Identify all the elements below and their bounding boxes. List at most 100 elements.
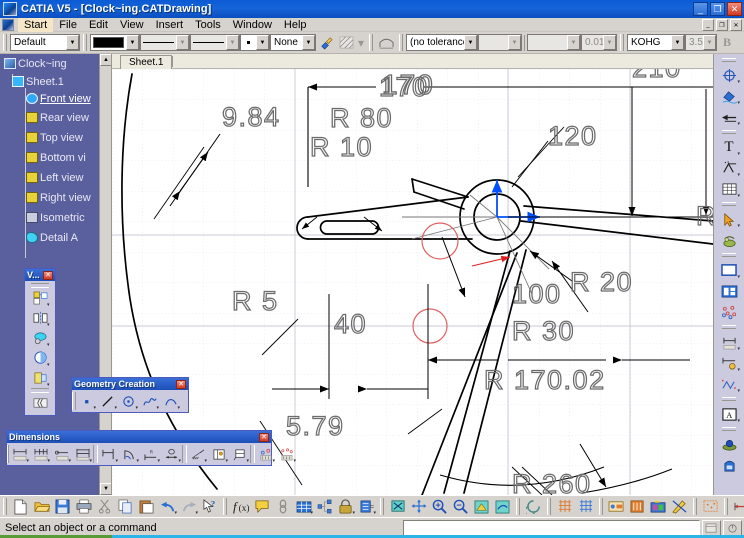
chevron-down-icon[interactable]: ▼ [508,35,521,50]
menu-item-edit[interactable]: Edit [83,18,114,32]
toolbar-grip[interactable] [599,498,603,515]
photo-icon[interactable] [648,497,669,517]
toolbar-grip[interactable] [223,498,227,515]
render-icon[interactable] [627,497,648,517]
close-icon[interactable]: ✕ [176,379,186,389]
command-input[interactable] [403,520,700,536]
new-icon[interactable] [10,497,31,517]
detail-view-icon[interactable]: ▾ [30,328,51,348]
snap-grid-icon[interactable] [575,497,596,517]
paint-brush-icon[interactable] [316,33,336,52]
toolbar-grip[interactable] [3,498,7,515]
tree-node-bottom-view[interactable]: Bottom vi [26,150,86,165]
italic-button[interactable]: I [737,33,744,52]
roughness-symbol-icon[interactable]: ▾ [717,158,741,179]
fit-all-icon[interactable] [387,497,408,517]
whats-this-icon[interactable]: ? [199,497,220,517]
menu-item-view[interactable]: View [114,18,150,32]
fontsize-combo[interactable]: 3.5 ▼ [685,34,717,51]
close-icon[interactable]: ✕ [43,270,53,280]
menu-item-insert[interactable]: Insert [150,18,190,32]
hatch-pattern-icon[interactable] [336,33,356,52]
pattern-dropdown-arrow-icon[interactable]: ▾ [356,33,366,52]
geometry-creation-toolbar[interactable]: Geometry Creation ✕ ▾ ▾ ▾ ▾ ▾ [71,377,189,413]
tab-sheet-1[interactable]: Sheet.1 [120,55,173,69]
tree-node-front-view[interactable]: Front view [26,91,91,106]
axis-points-icon[interactable] [717,302,741,323]
mdi-restore-button[interactable]: ❐ [716,19,728,31]
specification-tree[interactable]: Clock~ing Sheet.1 Front view Rear view T… [0,54,112,495]
tree-node-sheet[interactable]: Sheet.1 [12,74,64,89]
dimension-icon[interactable] [376,33,396,52]
close-button[interactable]: ✕ [727,2,742,16]
undo-icon[interactable]: ▾ [157,497,178,517]
tree-node-detail-a[interactable]: Detail A [26,230,78,245]
tree-node-left-view[interactable]: Left view [26,170,83,185]
menu-item-start[interactable]: Start [18,17,54,32]
redo-icon[interactable]: ▾ [178,497,199,517]
minimize-button[interactable]: _ [693,2,708,16]
chevron-down-icon[interactable]: ▼ [671,35,684,50]
text-icon[interactable]: T ▾ [717,137,741,158]
structure-icon[interactable] [314,497,335,517]
view-frame-icon[interactable]: ▾ [717,260,741,281]
menu-item-tools[interactable]: Tools [189,18,227,32]
chevron-down-icon[interactable]: ▼ [126,35,139,50]
chevron-down-icon[interactable]: ▼ [703,35,716,50]
tree-vertical-scrollbar[interactable]: ▲ ▼ [99,54,111,495]
table-icon[interactable]: ▾ [293,497,314,517]
mdi-close-button[interactable]: ✕ [730,19,742,31]
toolbar-grip[interactable] [3,34,7,51]
save-icon[interactable] [52,497,73,517]
menu-item-window[interactable]: Window [227,18,278,32]
rotate-icon[interactable] [523,497,544,517]
diameter-dimension-icon[interactable]: ▾ [161,444,182,464]
print-icon[interactable] [73,497,94,517]
toolbar-grip[interactable] [693,498,697,515]
copy-icon[interactable] [115,497,136,517]
visualization-icon[interactable] [717,434,741,455]
toolbar-grip[interactable] [724,498,728,515]
paste-icon[interactable] [136,497,157,517]
chevron-down-icon[interactable]: ▼ [66,35,79,50]
apply-material-icon[interactable] [606,497,627,517]
line-icon[interactable]: ▾ [97,391,118,411]
chained-dimension-icon[interactable]: ▾ [30,444,51,464]
zoom-out-icon[interactable] [450,497,471,517]
mdi-minimize-button[interactable]: _ [702,19,714,31]
scroll-up-arrow-icon[interactable]: ▲ [100,54,111,66]
point-icon[interactable]: ▾ [76,391,97,411]
grid-icon[interactable] [554,497,575,517]
constraint-icon[interactable]: ▾ [717,374,741,395]
angle-dimension-icon[interactable]: ▾ [119,444,140,464]
dimension-tool-icon[interactable]: ▾ [717,332,741,353]
toolbar-grip[interactable] [516,498,520,515]
center-mark-icon[interactable]: ▾ [717,65,741,86]
dimensions-toolbar-titlebar[interactable]: Dimensions ✕ [7,431,271,443]
circle-icon[interactable]: ▾ [118,391,139,411]
chevron-down-icon[interactable]: ▼ [567,35,580,50]
dimension-system-2-icon[interactable]: ▾ [276,444,297,464]
power-input-icon[interactable] [723,520,742,536]
cut-icon[interactable] [94,497,115,517]
annotation-toolbar[interactable]: ▾ ▾ ▾ T ▾ ▾ ▾ ▾ ▾ ▾ ▾ ▾ A ▾ [713,54,744,495]
toolbar-grip[interactable] [83,34,87,51]
views-floating-toolbar[interactable]: V... ✕ ▾ ▾ ▾ ▾ ▾ [24,268,56,416]
tolerance-combo[interactable]: (no tolerance ▼ [406,34,478,51]
chevron-down-icon[interactable]: ▼ [226,35,239,50]
zoom-in-icon[interactable] [429,497,450,517]
datum-feature-icon[interactable]: ▾ [187,444,208,464]
precision-value-combo[interactable]: 0.010 ▼ [581,34,617,51]
section-view-icon[interactable]: ▾ [30,348,51,368]
scroll-down-arrow-icon[interactable]: ▼ [100,483,111,495]
toolbar-grip[interactable] [620,34,624,51]
comment-icon[interactable] [251,497,272,517]
link-icon[interactable] [272,497,293,517]
sketch-tracer-icon[interactable] [669,497,690,517]
projection-view-icon[interactable]: ▾ [30,308,51,328]
normal-view-icon[interactable] [471,497,492,517]
new-view-icon[interactable]: ▾ [30,288,51,308]
toolbar-grip[interactable] [547,498,551,515]
tools-palette-icon[interactable] [717,455,741,476]
datum-target-icon[interactable]: ▾ [229,444,250,464]
